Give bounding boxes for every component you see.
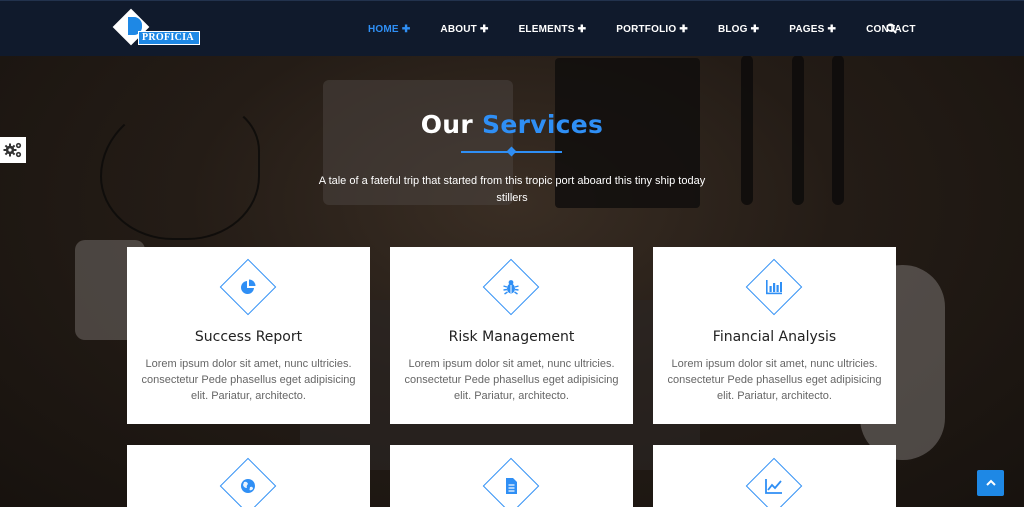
pie-chart-icon [241,279,256,294]
card-title: Risk Management [448,329,575,345]
section-title-part1: Our [420,110,474,139]
nav-item-label: BLOG [717,23,748,35]
section-subtitle: A tale of a fateful trip that started fr… [318,175,706,204]
line-chart-icon [765,479,782,494]
nav-item-label: PAGES [789,23,825,35]
card-title: Success Report [194,329,303,345]
main-nav: HOME ✚ ABOUT ✚ ELEMENTS ✚ PORTFOLIO ✚ BL… [368,1,916,57]
service-card[interactable]: Success Report Lorem ipsum dolor sit ame… [127,247,370,424]
nav-item-home[interactable]: HOME ✚ [368,24,410,35]
document-icon [506,478,517,494]
search-icon[interactable] [886,23,897,34]
globe-icon [241,479,255,493]
card-text: Lorem ipsum dolor sit amet, nunc ultrici… [141,358,356,402]
bug-icon [503,280,519,295]
site-header: PROFICIA HOME ✚ ABOUT ✚ ELEMENTS ✚ PORTF… [0,0,1024,56]
section-title: Our Services [0,110,1024,139]
card-text: Lorem ipsum dolor sit amet, nunc ultrici… [667,358,882,402]
plus-icon: ✚ [679,23,688,35]
nav-item-label: PORTFOLIO [616,23,677,35]
service-card[interactable] [653,445,896,507]
nav-item-label: ELEMENTS [518,23,575,35]
chevron-up-icon [985,479,996,486]
card-title: Financial Analysis [712,329,837,345]
plus-icon: ✚ [401,23,411,35]
nav-item-label: ABOUT [440,23,477,35]
service-card[interactable]: Financial Analysis Lorem ipsum dolor sit… [653,247,896,424]
service-card[interactable] [390,445,633,507]
plus-icon: ✚ [827,23,837,35]
nav-item-pages[interactable]: PAGES ✚ [789,24,836,35]
gear-icon [3,142,22,158]
plus-icon: ✚ [479,23,489,35]
card-text: Lorem ipsum dolor sit amet, nunc ultrici… [404,358,619,402]
settings-toggle[interactable] [0,137,26,163]
nav-item-portfolio[interactable]: PORTFOLIO ✚ [616,24,688,35]
nav-item-elements[interactable]: ELEMENTS ✚ [519,24,587,35]
section-title-part2: Services [482,110,604,139]
service-card[interactable]: Risk Management Lorem ipsum dolor sit am… [390,247,633,424]
service-card[interactable] [127,445,370,507]
nav-item-about[interactable]: ABOUT ✚ [440,24,488,35]
plus-icon: ✚ [750,23,760,35]
back-to-top-button[interactable] [977,470,1004,496]
bar-chart-icon [766,280,782,295]
nav-item-label: HOME [368,23,399,35]
plus-icon: ✚ [577,23,587,35]
logo[interactable]: PROFICIA [112,8,206,47]
logo-text: PROFICIA [138,31,200,45]
nav-item-blog[interactable]: BLOG ✚ [718,24,759,35]
